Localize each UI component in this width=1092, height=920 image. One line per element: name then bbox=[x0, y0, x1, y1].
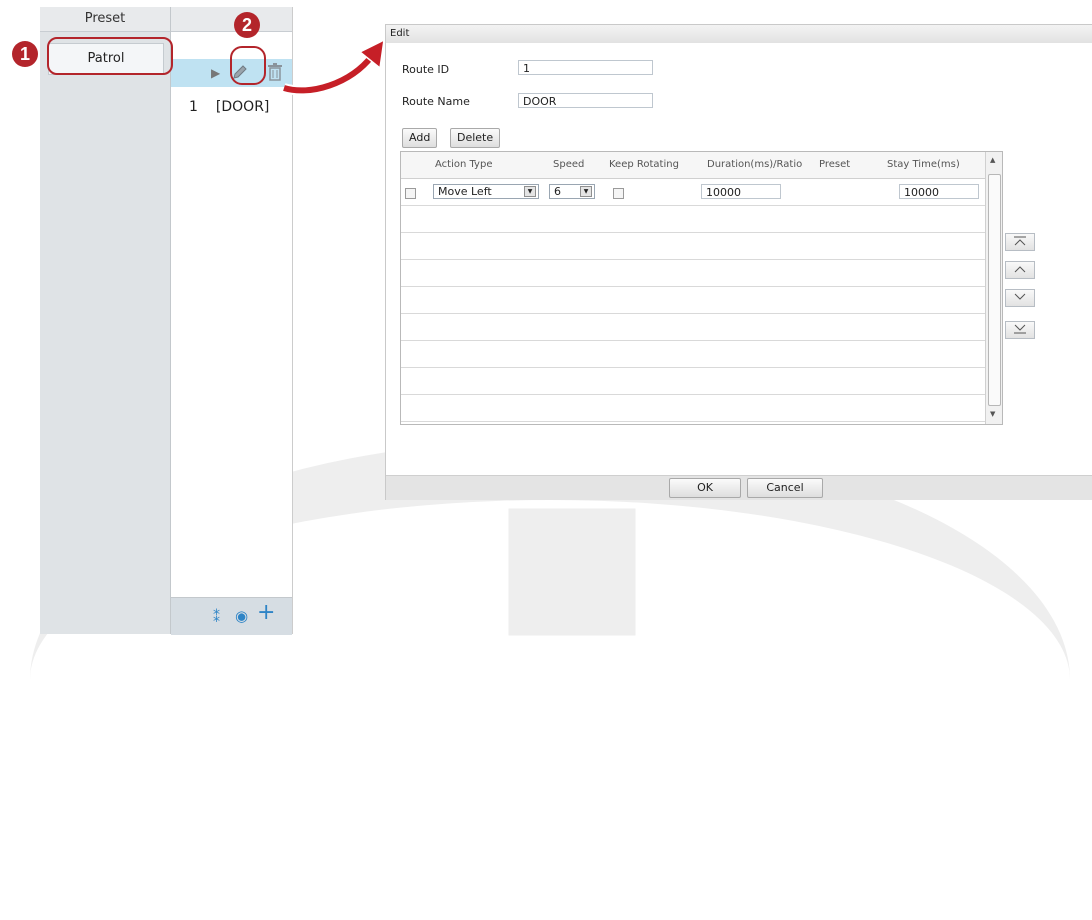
edit-dialog: Edit Route ID 1 Route Name DOOR Add Dele… bbox=[385, 24, 1092, 500]
move-bottom-button[interactable] bbox=[1005, 321, 1035, 339]
duration-field[interactable]: 10000 bbox=[701, 184, 781, 199]
delete-button[interactable]: Delete bbox=[450, 128, 501, 148]
chevron-down-icon[interactable]: ▼ bbox=[580, 186, 592, 197]
col-duration: Duration(ms)/Ratio bbox=[707, 159, 803, 170]
move-down-icon bbox=[1014, 293, 1026, 300]
grid-line bbox=[401, 286, 985, 287]
grid-line bbox=[401, 259, 985, 260]
route-bottom-toolbar: ⁑ ◉ + bbox=[171, 597, 292, 635]
ok-button[interactable]: OK bbox=[669, 478, 741, 498]
grid-header: Action Type Speed Keep Rotating Duration… bbox=[401, 152, 985, 179]
grid-line bbox=[401, 232, 985, 233]
grid-line bbox=[401, 394, 985, 395]
action-type-select[interactable]: Move Left ▼ bbox=[433, 184, 539, 199]
route-number: 1 bbox=[189, 99, 198, 115]
col-stay-time: Stay Time(ms) bbox=[887, 159, 960, 170]
grid-line bbox=[401, 313, 985, 314]
step-marker-2: 2 bbox=[234, 12, 260, 38]
col-preset: Preset bbox=[819, 159, 851, 170]
grid-scrollbar[interactable]: ▲ ▼ bbox=[985, 152, 1002, 424]
speed-value: 6 bbox=[554, 185, 561, 198]
action-type-value: Move Left bbox=[438, 185, 492, 198]
grid-line bbox=[401, 340, 985, 341]
move-up-icon bbox=[1014, 266, 1026, 273]
speed-select[interactable]: 6 ▼ bbox=[549, 184, 595, 199]
route-id-label: Route ID bbox=[402, 63, 450, 76]
edit-highlight-ring bbox=[230, 46, 266, 85]
col-speed: Speed bbox=[553, 159, 585, 170]
table-row[interactable]: Move Left ▼ 6 ▼ 10000 10000 bbox=[401, 179, 985, 205]
preset-header[interactable]: Preset bbox=[40, 7, 170, 32]
route-name: [DOOR] bbox=[215, 99, 270, 115]
actions-grid: Action Type Speed Keep Rotating Duration… bbox=[400, 151, 1003, 425]
scroll-up-icon[interactable]: ▲ bbox=[990, 156, 995, 164]
move-bottom-icon bbox=[1014, 324, 1026, 334]
route-header bbox=[171, 7, 292, 32]
grid-line bbox=[401, 205, 985, 206]
dialog-footer: OK Cancel bbox=[386, 475, 1092, 500]
route-id-field[interactable]: 1 bbox=[518, 60, 653, 75]
chevron-down-icon[interactable]: ▼ bbox=[524, 186, 536, 197]
route-name-label: Route Name bbox=[402, 95, 470, 108]
plus-icon[interactable]: + bbox=[257, 602, 275, 624]
arrow-to-dialog-icon bbox=[282, 40, 385, 96]
route-row[interactable]: 1 [DOOR] bbox=[189, 99, 287, 115]
patrol-highlight-ring bbox=[47, 37, 173, 75]
preset-column bbox=[40, 7, 171, 634]
move-top-button[interactable] bbox=[1005, 233, 1035, 251]
add-button[interactable]: Add bbox=[402, 128, 438, 148]
keep-rotating-checkbox[interactable] bbox=[613, 188, 624, 199]
row-checkbox[interactable] bbox=[405, 188, 416, 199]
scroll-down-icon[interactable]: ▼ bbox=[990, 410, 995, 418]
route-add-icon[interactable]: ⁑ bbox=[213, 609, 220, 627]
scroll-thumb[interactable] bbox=[988, 174, 1001, 406]
grid-line bbox=[401, 421, 985, 422]
col-keep-rotating: Keep Rotating bbox=[609, 159, 679, 170]
grid-line bbox=[401, 367, 985, 368]
play-icon[interactable]: ▶ bbox=[211, 66, 220, 80]
step-marker-1: 1 bbox=[12, 41, 38, 67]
cancel-button[interactable]: Cancel bbox=[747, 478, 823, 498]
record-icon[interactable]: ◉ bbox=[235, 607, 248, 625]
move-down-button[interactable] bbox=[1005, 289, 1035, 307]
left-panel: Preset Patrol ▶ 1 [DOOR] ⁑ ◉ + bbox=[40, 7, 293, 635]
col-action-type: Action Type bbox=[435, 159, 493, 170]
route-name-field[interactable]: DOOR bbox=[518, 93, 653, 108]
move-top-icon bbox=[1014, 236, 1026, 246]
move-up-button[interactable] bbox=[1005, 261, 1035, 279]
stay-time-field[interactable]: 10000 bbox=[899, 184, 979, 199]
dialog-title: Edit bbox=[386, 25, 1092, 43]
